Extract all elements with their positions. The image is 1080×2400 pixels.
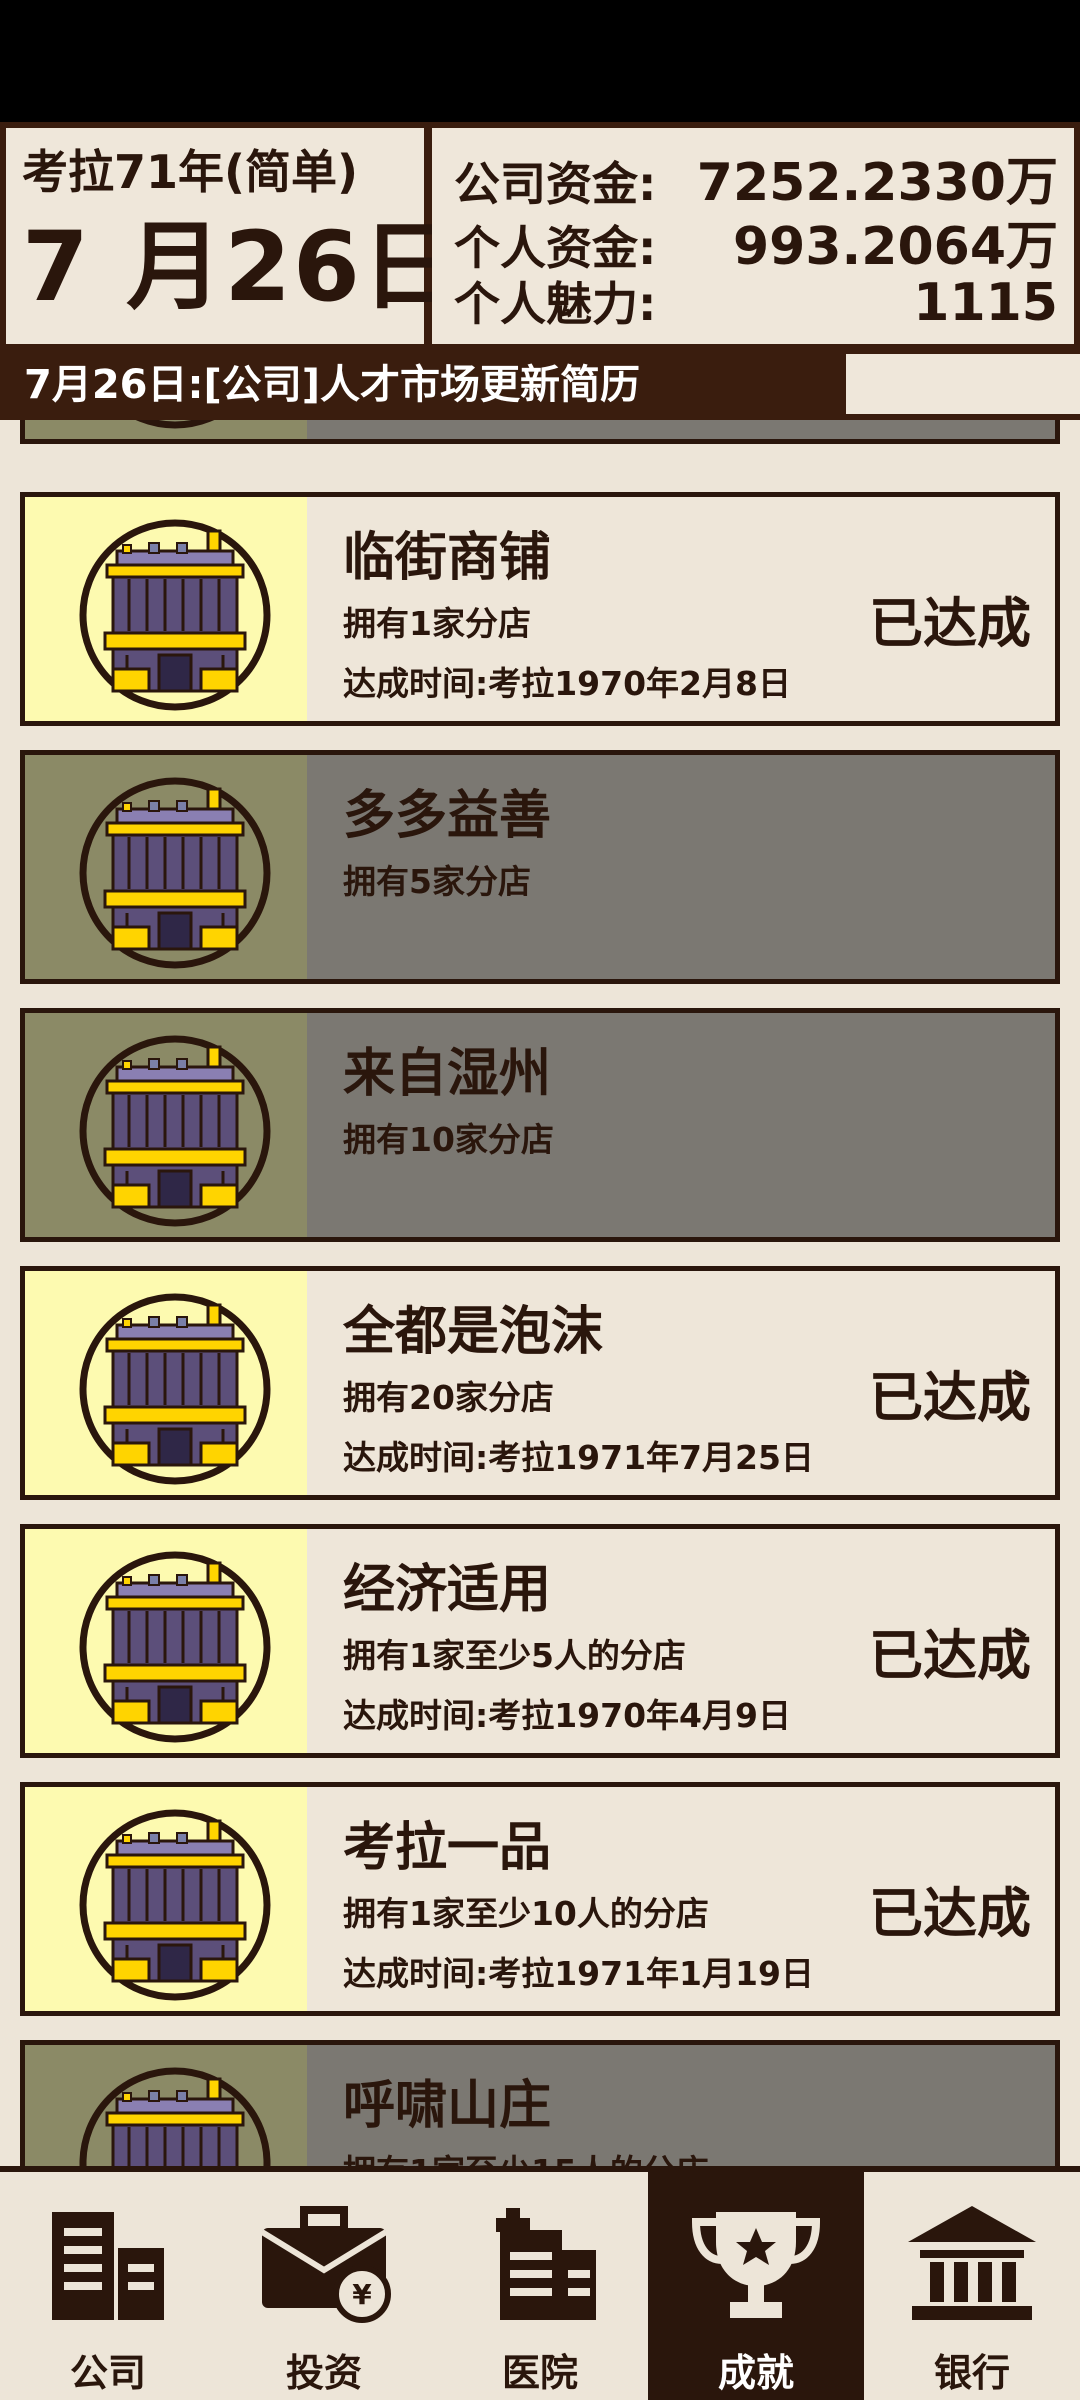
nav-label-hospital: 医院 [501,2351,578,2395]
shop-building-icon [65,763,285,983]
personal-funds-value: 993.2064万 [732,217,1058,277]
achievement-icon-panel [25,420,307,439]
company-building-icon [52,2212,164,2320]
nav-tab-investment[interactable]: ¥ 投资 [216,2172,432,2400]
achievement-icon-panel [25,1787,307,2011]
news-ticker[interactable]: 7月26日:[公司]人才市场更新简历 [0,350,1080,420]
achievement-card-partial [20,420,1060,444]
date-panel: 考拉71年(简单) 7 月26日 [6,128,460,344]
nav-tab-company[interactable]: 公司 [0,2172,216,2400]
company-funds-label: 公司资金: [454,157,657,211]
achievement-status: 已达成 [869,1882,1031,1945]
shop-building-icon [65,420,285,443]
achievement-time: 达成时间:考拉1970年2月8日 [343,664,791,703]
ticker-side-panel [846,354,1080,414]
shop-building-icon [65,1795,285,2015]
game-header: 考拉71年(简单) 7 月26日 公司资金: 7252.2330万 个人资金: … [0,122,1080,350]
achievement-title: 临街商铺 [343,528,552,588]
nav-label-company: 公司 [69,2351,146,2395]
achievement-card[interactable]: 临街商铺 拥有1家分店 达成时间:考拉1970年2月8日 已达成 [20,492,1060,726]
nav-tab-bank[interactable]: 银行 [864,2172,1080,2400]
achievement-list[interactable]: 临街商铺 拥有1家分店 达成时间:考拉1970年2月8日 已达成 多多益善 拥有… [0,420,1080,2166]
achievement-desc: 拥有10家分店 [343,1120,554,1159]
bank-icon [908,2206,1036,2320]
nav-label-achievements: 成就 [717,2351,794,2395]
hospital-icon [496,2208,596,2320]
achievement-title: 呼啸山庄 [343,2076,552,2136]
achievement-desc: 拥有1家至少5人的分店 [343,1636,686,1675]
current-date: 7 月26日 [22,211,460,323]
funds-panel: 公司资金: 7252.2330万 个人资金: 993.2064万 个人魅力: 1… [432,128,1074,344]
nav-label-investment: 投资 [285,2351,362,2395]
achievement-desc: 拥有5家分店 [343,862,531,901]
achievement-time: 达成时间:考拉1971年7月25日 [343,1438,814,1477]
achievement-card[interactable]: 呼啸山庄 拥有1家至少15人的分店 [20,2040,1060,2166]
achievement-status: 已达成 [869,1366,1031,1429]
shop-building-icon [65,1279,285,1499]
personal-funds-row: 个人资金: 993.2064万 [454,204,1058,277]
shop-building-icon [65,1021,285,1241]
charm-label: 个人魅力: [454,277,657,331]
company-funds-row: 公司资金: 7252.2330万 [454,140,1058,213]
achievement-icon-panel [25,1271,307,1495]
investment-briefcase-icon: ¥ [260,2206,391,2323]
achievement-status: 已达成 [869,592,1031,655]
trophy-icon [691,2212,821,2318]
achievement-icon-panel [25,1013,307,1237]
achievement-icon-panel [25,2045,307,2166]
charm-value: 1115 [913,273,1058,333]
achievement-card[interactable]: 经济适用 拥有1家至少5人的分店 达成时间:考拉1970年4月9日 已达成 [20,1524,1060,1758]
achievement-title: 多多益善 [343,786,552,846]
achievement-title: 经济适用 [343,1560,552,1620]
achievement-card[interactable]: 考拉一品 拥有1家至少10人的分店 达成时间:考拉1971年1月19日 已达成 [20,1782,1060,2016]
achievement-title: 来自湿州 [343,1044,552,1104]
status-bar [0,0,1080,122]
achievement-icon-panel [25,755,307,979]
achievement-time: 达成时间:考拉1970年4月9日 [343,1696,791,1735]
achievement-icon-panel [25,1529,307,1753]
shop-building-icon [65,2053,285,2166]
nav-tab-hospital[interactable]: 医院 [432,2172,648,2400]
shop-building-icon [65,1537,285,1757]
nav-tab-achievements[interactable]: 成就 [648,2172,864,2400]
achievement-title: 全都是泡沫 [343,1302,604,1362]
nav-label-bank: 银行 [933,2351,1010,2395]
shop-building-icon [65,505,285,725]
achievement-card[interactable]: 来自湿州 拥有10家分店 [20,1008,1060,1242]
achievement-status: 已达成 [869,1624,1031,1687]
ticker-text: 7月26日:[公司]人才市场更新简历 [24,362,641,408]
achievement-card[interactable]: 全都是泡沫 拥有20家分店 达成时间:考拉1971年7月25日 已达成 [20,1266,1060,1500]
achievement-desc: 拥有1家至少10人的分店 [343,1894,709,1933]
achievement-icon-panel [25,497,307,721]
bottom-nav: 公司 ¥ 投资 医院 成就 银行 [0,2166,1080,2400]
achievement-time: 达成时间:考拉1971年1月19日 [343,1954,814,1993]
achievement-desc: 拥有20家分店 [343,1378,554,1417]
achievement-card[interactable]: 多多益善 拥有5家分店 [20,750,1060,984]
era-label: 考拉71年(简单) [22,145,359,199]
svg-text:¥: ¥ [352,2278,372,2311]
achievement-title: 考拉一品 [343,1818,552,1878]
achievement-desc: 拥有1家分店 [343,604,531,643]
achievement-desc: 拥有1家至少15人的分店 [343,2145,709,2166]
